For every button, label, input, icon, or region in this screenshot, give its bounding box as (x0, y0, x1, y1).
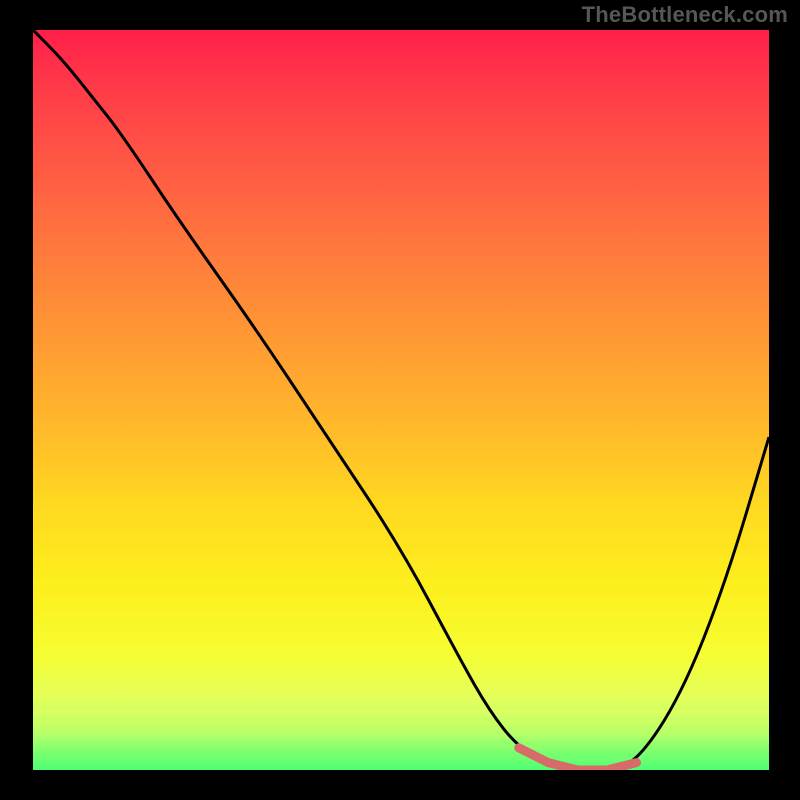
bottleneck-curve-path (33, 30, 769, 770)
highlight-bottom-path (519, 748, 637, 770)
curve-svg (33, 30, 769, 770)
plot-area (33, 30, 769, 770)
chart-frame: TheBottleneck.com (0, 0, 800, 800)
watermark-text: TheBottleneck.com (582, 2, 788, 28)
